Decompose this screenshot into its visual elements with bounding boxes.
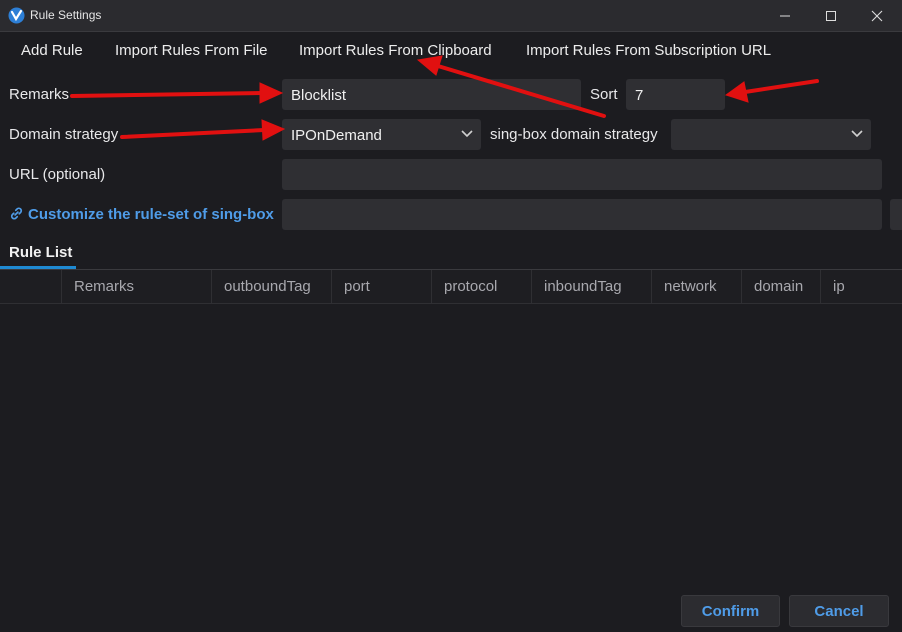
minimize-button[interactable]	[762, 0, 808, 31]
chevron-down-icon	[851, 130, 863, 138]
title-bar: Rule Settings	[0, 0, 902, 32]
annotation-arrow-sort	[724, 79, 819, 103]
cancel-button[interactable]: Cancel	[789, 595, 889, 627]
chevron-down-icon	[461, 130, 473, 138]
url-label: URL (optional)	[9, 166, 106, 183]
column-header-protocol[interactable]: protocol	[432, 270, 532, 303]
ruleset-input[interactable]	[282, 199, 882, 230]
column-header-domain[interactable]: domain	[742, 270, 821, 303]
maximize-icon	[826, 10, 836, 21]
customize-ruleset-label: Customize the rule-set of sing-box	[28, 206, 274, 223]
remarks-input[interactable]: Blocklist	[282, 79, 581, 110]
menu-bar: Add Rule Import Rules From File Import R…	[0, 32, 902, 68]
column-header-network[interactable]: network	[652, 270, 742, 303]
column-header-outboundtag[interactable]: outboundTag	[212, 270, 332, 303]
column-header-remarks[interactable]: Remarks	[62, 270, 212, 303]
close-button[interactable]	[854, 0, 900, 31]
sort-label: Sort	[590, 86, 618, 103]
tab-rule-list[interactable]: Rule List	[9, 244, 72, 261]
customize-ruleset-link[interactable]: Customize the rule-set of sing-box	[9, 206, 274, 223]
url-input[interactable]	[282, 159, 882, 190]
domain-strategy-value: IPOnDemand	[291, 127, 382, 144]
maximize-button[interactable]	[808, 0, 854, 31]
singbox-domain-strategy-label: sing-box domain strategy	[490, 126, 658, 143]
domain-strategy-select[interactable]: IPOnDemand	[282, 119, 481, 150]
menu-add-rule[interactable]: Add Rule	[21, 42, 83, 59]
menu-import-from-clipboard[interactable]: Import Rules From Clipboard	[299, 42, 492, 59]
column-header-port[interactable]: port	[332, 270, 432, 303]
close-icon	[871, 10, 883, 21]
annotation-arrow-remarks	[70, 82, 284, 104]
window-title: Rule Settings	[30, 8, 102, 22]
app-logo-icon	[8, 7, 25, 24]
ruleset-browse-button[interactable]	[890, 199, 902, 230]
singbox-domain-strategy-select[interactable]	[671, 119, 871, 150]
domain-strategy-label: Domain strategy	[9, 126, 119, 143]
minimize-icon	[780, 15, 790, 16]
column-header-select[interactable]	[0, 270, 62, 303]
column-header-inboundtag[interactable]: inboundTag	[532, 270, 652, 303]
column-header-ip[interactable]: ip	[821, 270, 902, 303]
rule-list-header: Remarks outboundTag port protocol inboun…	[0, 270, 902, 304]
confirm-button[interactable]: Confirm	[681, 595, 780, 627]
sort-input[interactable]: 7	[626, 79, 725, 110]
menu-import-from-subscription[interactable]: Import Rules From Subscription URL	[526, 42, 771, 59]
menu-import-from-file[interactable]: Import Rules From File	[115, 42, 268, 59]
annotation-arrow-domain-strategy	[120, 119, 286, 141]
link-icon	[10, 207, 23, 220]
remarks-label: Remarks	[9, 86, 70, 103]
